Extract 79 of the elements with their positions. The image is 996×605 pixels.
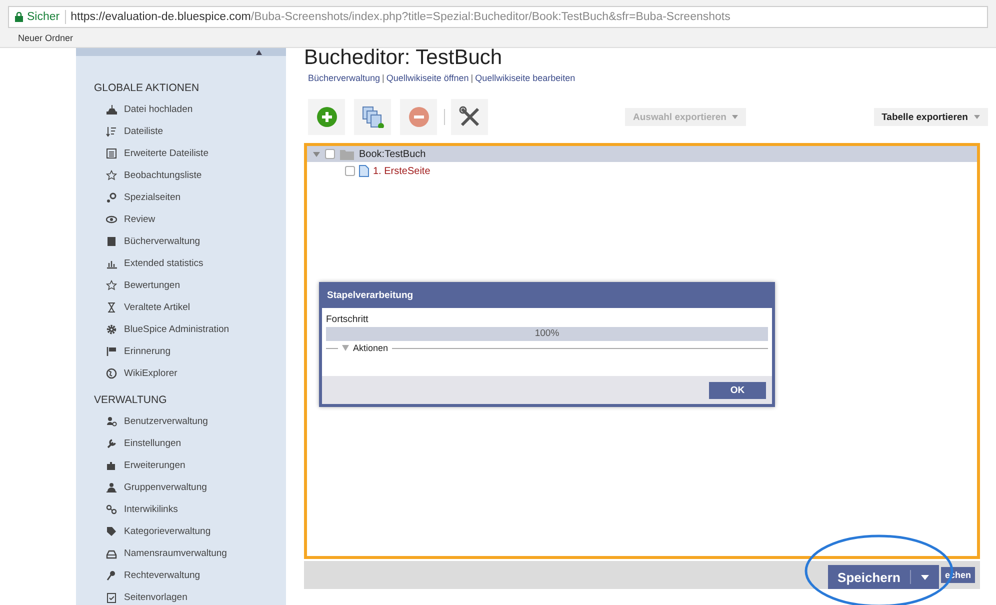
tree-label: 1. ErsteSeite <box>373 166 430 176</box>
export-dropdown[interactable]: Tabelle exportieren <box>874 108 988 126</box>
folder-icon <box>340 148 354 160</box>
link-separator: | <box>382 73 384 83</box>
star-icon <box>106 170 117 180</box>
sidebar-item[interactable]: Datei hochladen <box>76 98 286 120</box>
sidebar-heading: GLOBALE AKTIONEN <box>93 81 200 96</box>
expand-arrow-icon[interactable] <box>342 345 349 351</box>
toolbar-button[interactable] <box>354 99 391 135</box>
sidebar-item[interactable]: Benutzerverwaltung <box>76 410 286 432</box>
caret-down-icon <box>732 115 738 119</box>
sidebar-item[interactable]: Beobachtungsliste <box>76 164 286 186</box>
sidebar-item[interactable]: Review <box>76 208 286 230</box>
checkbox[interactable] <box>345 166 355 176</box>
page-title: Bucheditor: TestBuch <box>304 46 504 70</box>
toolbar-button[interactable] <box>308 99 345 135</box>
sidebar-item[interactable]: Kategorieverwaltung <box>76 520 286 542</box>
toolbar-button[interactable] <box>451 99 488 135</box>
sidebar-item[interactable]: Dateiliste <box>76 120 286 142</box>
caret-down-icon <box>974 115 980 119</box>
drive-icon <box>106 548 117 558</box>
gear-icon <box>106 324 117 334</box>
caret-down-icon <box>921 574 930 580</box>
expand-arrow-icon[interactable] <box>313 150 320 158</box>
bookmark-item[interactable]: Neuer Ordner <box>8 28 988 48</box>
remove-icon <box>408 106 430 128</box>
sidebar-item[interactable]: BlueSpice Administration <box>76 318 286 340</box>
caret-up-icon[interactable] <box>256 50 262 55</box>
sidebar-item[interactable]: Namensraumverwaltung <box>76 542 286 564</box>
sidebar-item[interactable]: Interwikilinks <box>76 498 286 520</box>
sidebar-item[interactable]: Rechteverwaltung <box>76 564 286 586</box>
hourglass-icon <box>106 302 117 312</box>
sidebar-item[interactable]: WikiExplorer <box>76 362 286 384</box>
save-button[interactable]: Speichern <box>828 565 939 589</box>
sidebar-heading: VERWALTUNG <box>93 393 168 408</box>
sidebar-item[interactable]: Einstellungen <box>76 432 286 454</box>
sidebar-item[interactable]: Bewertungen <box>76 274 286 296</box>
page-icon <box>359 165 369 177</box>
tree-row[interactable]: 1. ErsteSeite <box>307 162 977 180</box>
tools-icon <box>458 106 480 128</box>
sidebar-item[interactable]: Spezialseiten <box>76 186 286 208</box>
progress-reading: 100% <box>534 327 560 341</box>
user-gear-icon <box>106 416 117 426</box>
sidebar-item[interactable]: Erinnerung <box>76 340 286 362</box>
progress-label: Fortschritt <box>326 314 370 325</box>
url-text: https://evaluation-de.bluespice.com/Buba-Screenshots/index.php?title=Spezial:Bucheditor/Book:TestBuch&sfr=Buba-Screenshots <box>70 11 730 23</box>
eye-icon <box>106 214 117 224</box>
page-link[interactable]: Bücherverwaltung <box>308 73 380 83</box>
address-bar[interactable]: Sicher https://evaluation-de.bluespice.com/Buba-Screenshots/index.php?title=Spezial:Bucheditor/Book:TestBuch&sfr=Buba-Screenshots <box>8 6 988 28</box>
tree-row[interactable]: Book:TestBuch <box>307 146 977 162</box>
link-separator: | <box>470 73 474 83</box>
sidebar-item[interactable]: Seitenvorlagen <box>76 586 286 605</box>
copy-pages-icon <box>362 106 384 128</box>
ok-button[interactable]: OK <box>709 382 766 398</box>
sidebar-item[interactable]: Bücherverwaltung <box>76 230 286 252</box>
page-link[interactable]: Quellwikiseite bearbeiten <box>475 73 576 83</box>
wrench-icon <box>106 438 117 448</box>
list-icon <box>106 148 117 158</box>
dialog-title: Stapelverarbeitung <box>326 288 414 302</box>
tag-icon <box>106 526 117 536</box>
tree-label: Book:TestBuch <box>359 148 426 160</box>
sidebar-item[interactable]: Erweiterte Dateiliste <box>76 142 286 164</box>
lock-icon <box>15 12 23 22</box>
flag-icon <box>106 346 117 356</box>
link-icon <box>106 504 117 514</box>
add-icon <box>316 106 338 128</box>
sidebar-item[interactable]: Veraltete Artikel <box>76 296 286 318</box>
sidebar-item[interactable]: Extended statistics <box>76 252 286 274</box>
fieldset-legend[interactable]: Aktionen <box>353 343 388 353</box>
star-icon <box>106 280 117 290</box>
clipboard-icon <box>106 592 117 602</box>
book-icon <box>106 236 117 246</box>
key-icon <box>106 570 117 580</box>
sort-icon <box>106 126 117 136</box>
page-link[interactable]: Quellwikiseite öffnen <box>386 73 469 83</box>
security-label: Sicher <box>27 11 60 23</box>
checkbox[interactable] <box>325 149 335 159</box>
sidebar-item[interactable]: Erweiterungen <box>76 454 286 476</box>
sidebar-item[interactable]: Gruppenverwaltung <box>76 476 286 498</box>
